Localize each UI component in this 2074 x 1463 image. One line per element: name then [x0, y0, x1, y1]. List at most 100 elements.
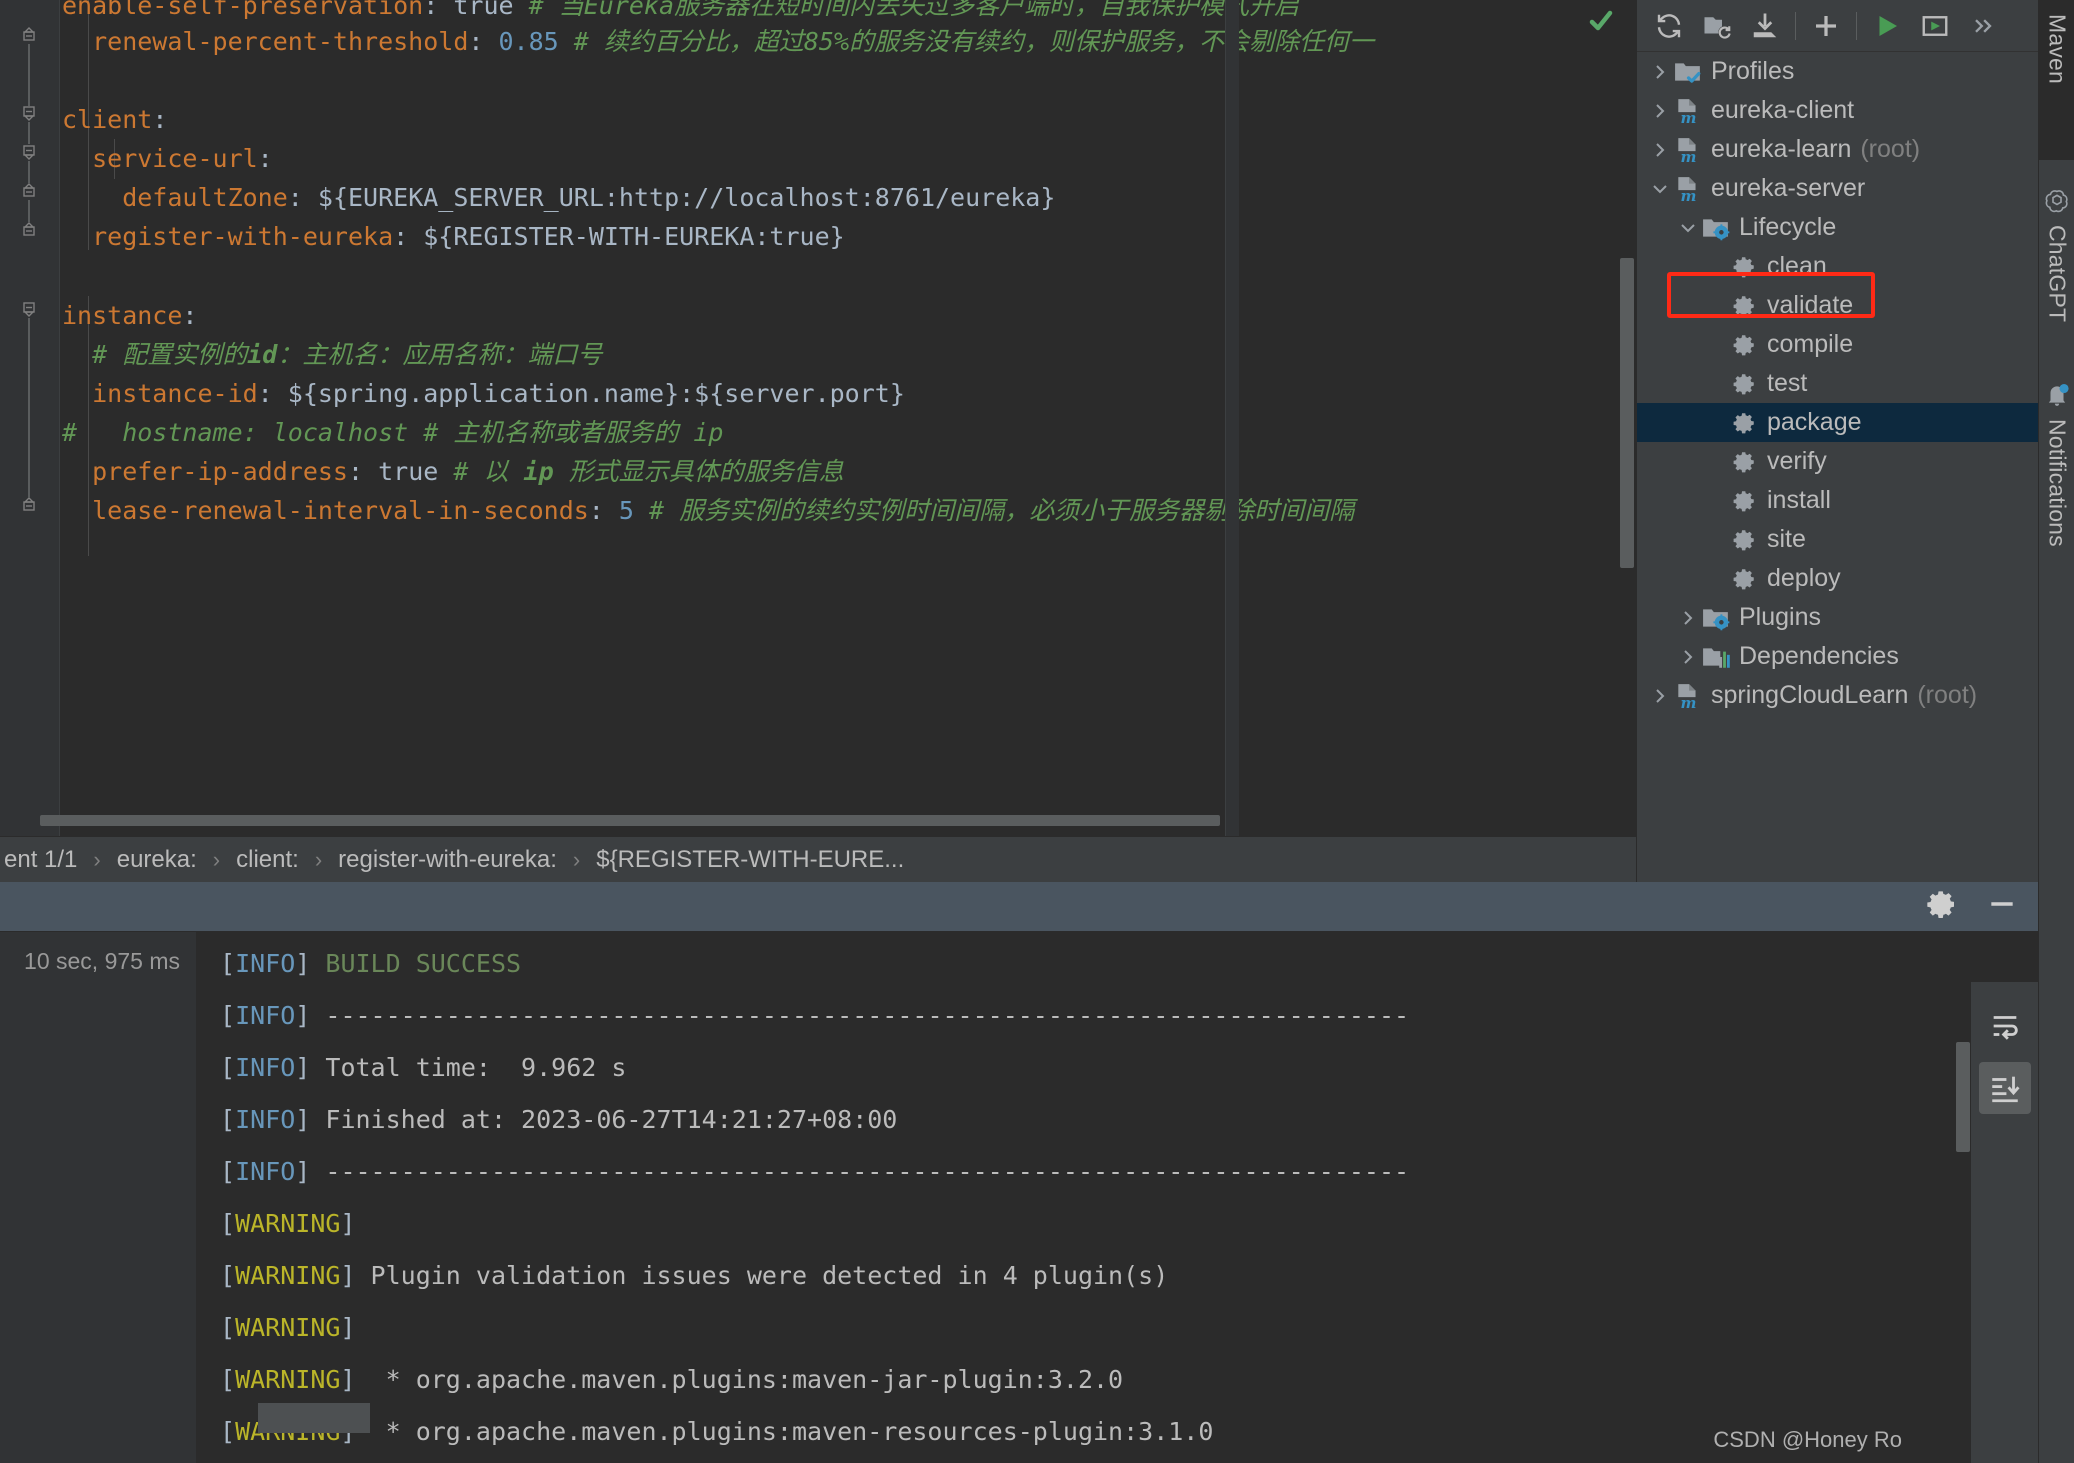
maven-tree-node-package[interactable]: package: [1637, 403, 2039, 442]
console-log-message: BUILD SUCCESS: [310, 949, 522, 978]
breadcrumb-item[interactable]: register-with-eureka:: [334, 846, 561, 874]
maven-tree-node-deploy[interactable]: deploy: [1637, 559, 2039, 598]
maven-tree-node-label: springCloudLearn: [1711, 681, 1909, 709]
run-console-body[interactable]: 10 sec, 975 ms [INFO] BUILD SUCCESS [INFO…: [0, 932, 2038, 1463]
maven-tree-node-eureka-learn[interactable]: m eureka-learn (root): [1637, 130, 2039, 169]
code-line: # 配置实例的id：主机名：应用名称：端口号: [0, 335, 1636, 374]
chevron-down-icon[interactable]: [1675, 218, 1701, 238]
maven-tree-node-lifecycle[interactable]: Lifecycle: [1637, 208, 2039, 247]
console-log-message: ----------------------------------------…: [310, 1001, 1410, 1030]
maven-tree-node-profiles[interactable]: Profiles: [1637, 52, 2039, 91]
goal-gear-icon: [1729, 410, 1759, 436]
code-token: :: [588, 496, 619, 525]
goal-gear-icon: [1729, 371, 1759, 397]
add-icon[interactable]: [1802, 4, 1850, 48]
maven-tree-node-clean[interactable]: clean: [1637, 247, 2039, 286]
run-timing-gutter: 10 sec, 975 ms: [0, 932, 196, 1463]
chevron-right-icon[interactable]: [1675, 608, 1701, 628]
maven-tree-node-verify[interactable]: verify: [1637, 442, 2039, 481]
breadcrumb-separator: ›: [572, 846, 581, 872]
run-tool-window[interactable]: 10 sec, 975 ms [INFO] BUILD SUCCESS [INFO…: [0, 882, 2038, 1463]
breadcrumb[interactable]: ent 1/1 › eureka: › client: › register-with-eu…: [0, 836, 1636, 882]
breadcrumb-item[interactable]: ${REGISTER-WITH-EURE...: [592, 846, 908, 874]
code-token: 续约百分比，超过85%的服务没有续约，则保护服务，不会剔除任何一: [603, 27, 1375, 56]
maven-tree-node-test[interactable]: test: [1637, 364, 2039, 403]
more-options-icon[interactable]: [1959, 4, 2007, 48]
reload-all-maven-projects-icon[interactable]: [1645, 4, 1693, 48]
soft-wrap-icon[interactable]: [1979, 1000, 2031, 1052]
stripe-maven-label: Maven: [2044, 14, 2071, 85]
chevron-down-icon[interactable]: [1647, 179, 1673, 199]
stripe-chatgpt[interactable]: ChatGPT: [2039, 188, 2074, 322]
run-icon[interactable]: [1863, 4, 1911, 48]
chevron-right-icon[interactable]: [1675, 647, 1701, 667]
maven-tree-node-eureka-client[interactable]: m eureka-client: [1637, 91, 2039, 130]
console-log-message: * org.apache.maven.plugins:maven-jar-plu…: [355, 1365, 1124, 1394]
scroll-to-end-icon[interactable]: [1978, 1062, 2031, 1114]
stripe-maven[interactable]: Maven: [2039, 14, 2074, 84]
chevron-right-icon[interactable]: [1647, 62, 1673, 82]
code-line: renewal-percent-threshold: 0.85 # 续约百分比，…: [0, 22, 1636, 61]
code-token: 配置实例的: [122, 340, 248, 369]
console-log-level: INFO: [235, 1157, 296, 1186]
code-token: instance: [62, 301, 183, 330]
chevron-right-icon[interactable]: [1647, 140, 1673, 160]
maven-tree-node-dependencies[interactable]: Dependencies: [1637, 637, 2039, 676]
maven-tree-node-compile[interactable]: compile: [1637, 325, 2039, 364]
code-token: enable-self-preservation: [62, 0, 424, 20]
svg-text:m: m: [1680, 693, 1696, 708]
inspection-ok-icon[interactable]: [1588, 8, 1614, 34]
maven-tree-node-site[interactable]: site: [1637, 520, 2039, 559]
code-token: :: [257, 144, 273, 173]
chevron-right-icon[interactable]: [1647, 686, 1673, 706]
code-token: # 服务实例的续约实例时间间隔，必须小于服务器剔除时间间隔: [633, 496, 1355, 525]
plugins-folder-icon: [1701, 605, 1731, 631]
maven-tree-node-label: eureka-learn: [1711, 135, 1852, 163]
stripe-notifications[interactable]: Notifications: [2039, 382, 2074, 547]
code-text[interactable]: enable-self-preservation: true # 当Eureka…: [0, 0, 1636, 836]
console-line: [WARNING] * org.apache.maven.plugins:mav…: [220, 1365, 1124, 1394]
maven-tree-node-label: verify: [1767, 447, 1827, 475]
add-maven-project-icon[interactable]: [1693, 4, 1741, 48]
console-log-level: WARNING: [235, 1313, 341, 1342]
maven-tree-node-plugins[interactable]: Plugins: [1637, 598, 2039, 637]
maven-tool-window[interactable]: Profiles m eureka-client m eureka-learn (root…: [1636, 0, 2039, 882]
editor-horizontal-scrollbar[interactable]: [40, 815, 1220, 826]
settings-gear-icon[interactable]: [1926, 888, 1958, 925]
code-token: true: [378, 457, 439, 486]
goal-gear-icon: [1729, 488, 1759, 514]
maven-toolbar[interactable]: [1637, 0, 2039, 52]
code-token: client: [62, 105, 153, 134]
breadcrumb-separator: ›: [93, 846, 101, 872]
code-token: 形式显示具体的服务信息: [553, 457, 844, 486]
run-with-console-icon[interactable]: [1911, 4, 1959, 48]
build-console-output[interactable]: [INFO] BUILD SUCCESS [INFO] -------------…: [196, 932, 2038, 1463]
code-token: # 当Eureka服务器在短时间内丢失过多客户端时，自我保护模式开启: [513, 0, 1300, 20]
minimize-icon[interactable]: [1986, 888, 2018, 925]
maven-tree-node-qualifier: (root): [1917, 681, 1978, 709]
maven-tree-node-eureka-server[interactable]: m eureka-server: [1637, 169, 2039, 208]
code-editor[interactable]: enable-self-preservation: true # 当Eureka…: [0, 0, 1636, 836]
maven-project-tree[interactable]: Profiles m eureka-client m eureka-learn (root…: [1637, 52, 2039, 882]
right-tool-stripe[interactable]: Maven ChatGPT Notifications: [2038, 0, 2074, 1463]
elapsed-time: 10 sec, 975 ms: [24, 948, 180, 974]
maven-tree-node-label: test: [1767, 369, 1808, 397]
editor-vertical-scrollbar[interactable]: [1620, 258, 1634, 568]
breadcrumb-item[interactable]: eureka:: [113, 846, 201, 874]
breadcrumb-item[interactable]: ent 1/1: [0, 846, 81, 874]
console-vertical-scrollbar[interactable]: [1956, 1042, 1970, 1152]
console-side-toolbar[interactable]: [1970, 982, 2038, 1463]
breadcrumb-item[interactable]: client:: [232, 846, 303, 874]
maven-tree-node-springcloudlearn[interactable]: m springCloudLearn (root): [1637, 676, 2039, 715]
run-header-bar[interactable]: [0, 882, 2038, 932]
maven-module-icon: m: [1673, 683, 1703, 709]
download-sources-icon[interactable]: [1741, 4, 1789, 48]
goal-gear-icon: [1729, 293, 1759, 319]
code-token: :: [423, 0, 454, 20]
maven-tree-node-validate[interactable]: validate: [1637, 286, 2039, 325]
code-token: defaultZone: [62, 183, 288, 212]
code-line: defaultZone: ${EUREKA_SERVER_URL:http://…: [0, 178, 1636, 217]
maven-tree-node-install[interactable]: install: [1637, 481, 2039, 520]
chevron-right-icon[interactable]: [1647, 101, 1673, 121]
svg-text:m: m: [1680, 108, 1696, 123]
